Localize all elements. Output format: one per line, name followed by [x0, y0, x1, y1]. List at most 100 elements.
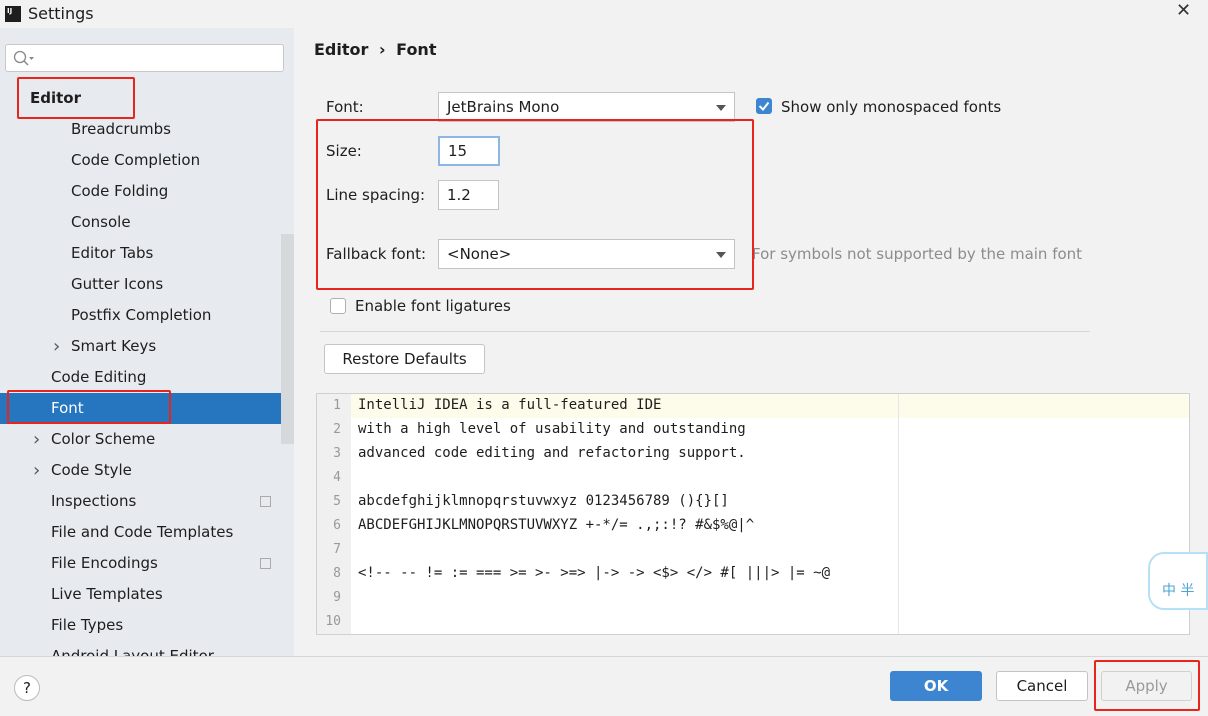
ligatures-label: Enable font ligatures [355, 297, 511, 315]
close-icon[interactable]: ✕ [1176, 0, 1191, 21]
breadcrumb: Editor › Font [314, 40, 436, 59]
search-input[interactable] [5, 44, 284, 72]
line-number: 2 [333, 422, 341, 437]
cancel-button[interactable]: Cancel [996, 671, 1088, 701]
fallback-font-select[interactable]: <None> [438, 239, 735, 269]
sidebar-item-label: Code Completion [71, 151, 201, 169]
sidebar-item-breadcrumbs[interactable]: Breadcrumbs [0, 114, 281, 145]
sidebar-item-label: Breadcrumbs [71, 120, 171, 138]
search-icon [13, 50, 34, 66]
sidebar-item-inspections[interactable]: Inspections [0, 486, 281, 517]
sidebar-item-label: Editor [30, 89, 81, 107]
fallback-font-value: <None> [447, 245, 512, 263]
line-number: 7 [333, 542, 341, 557]
sidebar-item-smart-keys[interactable]: › Smart Keys [0, 331, 281, 362]
ok-button[interactable]: OK [890, 671, 982, 701]
sidebar-item-label: File Encodings [51, 554, 158, 572]
line-number: 3 [333, 446, 341, 461]
ime-widget[interactable]: 中 半 [1148, 552, 1208, 610]
sidebar-item-label: Code Folding [71, 182, 169, 200]
sidebar-item-label: Android Layout Editor [51, 647, 214, 656]
preview-line: advanced code editing and refactoring su… [358, 445, 746, 461]
fallback-hint: For symbols not supported by the main fo… [752, 245, 1083, 263]
preview-line: IntelliJ IDEA is a full-featured IDE [358, 397, 662, 413]
sidebar-item-console[interactable]: Console [0, 207, 281, 238]
font-value: JetBrains Mono [447, 98, 560, 116]
sidebar-item-label: Smart Keys [71, 337, 157, 355]
preview-line: ABCDEFGHIJKLMNOPQRSTUVWXYZ +-*/= .,;:!? … [358, 517, 755, 533]
window-title: Settings [28, 4, 94, 23]
sidebar-item-editor[interactable]: Editor [0, 83, 281, 114]
line-number: 4 [333, 470, 341, 485]
sidebar-item-code-folding[interactable]: Code Folding [0, 176, 281, 207]
sidebar-item-editor-tabs[interactable]: Editor Tabs [0, 238, 281, 269]
help-button[interactable]: ? [14, 675, 40, 701]
restore-defaults-button[interactable]: Restore Defaults [324, 344, 485, 374]
chevron-right-icon[interactable]: › [53, 331, 60, 362]
chevron-down-icon [716, 105, 726, 111]
ime-widget-text: 中 半 [1162, 583, 1195, 599]
line-spacing-label: Line spacing: [326, 186, 426, 204]
sidebar-item-live-templates[interactable]: Live Templates [0, 579, 281, 610]
sidebar-item-font[interactable]: Font [0, 393, 294, 424]
sidebar-item-label: Editor Tabs [71, 244, 154, 262]
sidebar-item-file-and-code-templates[interactable]: File and Code Templates [0, 517, 281, 548]
right-margin-guide [898, 394, 899, 634]
title-bar: IJ Settings ✕ [0, 0, 1208, 28]
size-label: Size: [326, 142, 362, 160]
sidebar-item-label: Postfix Completion [71, 306, 212, 324]
font-preview-editor[interactable]: 1 2 3 4 5 6 7 8 9 10 IntelliJ IDEA is a full-feat… [316, 393, 1190, 635]
size-input[interactable]: 15 [438, 136, 500, 166]
monospaced-checkbox[interactable] [756, 98, 772, 114]
sidebar-item-label: File Types [51, 616, 124, 634]
app-logo-icon: IJ [5, 6, 21, 22]
sidebar-item-label: Font [51, 399, 84, 417]
sidebar-item-file-encodings[interactable]: File Encodings [0, 548, 281, 579]
sidebar-item-postfix-completion[interactable]: Postfix Completion [0, 300, 281, 331]
line-number: 6 [333, 518, 341, 533]
line-number: 8 [333, 566, 341, 581]
line-number: 1 [333, 398, 341, 413]
line-number: 5 [333, 494, 341, 509]
sidebar-item-label: Gutter Icons [71, 275, 164, 293]
project-scope-icon [260, 496, 271, 507]
sidebar-item-label: Live Templates [51, 585, 163, 603]
ligatures-checkbox[interactable] [330, 298, 346, 314]
chevron-down-icon [716, 252, 726, 258]
project-scope-icon [260, 558, 271, 569]
line-number-gutter: 1 2 3 4 5 6 7 8 9 10 [317, 394, 351, 634]
divider [320, 331, 1090, 332]
chevron-right-icon[interactable]: › [33, 424, 40, 455]
settings-sidebar: Editor Breadcrumbs Code Completion Code Fol… [0, 28, 294, 656]
preview-line: with a high level of usability and outst… [358, 421, 746, 437]
sidebar-item-code-style[interactable]: › Code Style [0, 455, 281, 486]
preview-line: abcdefghijklmnopqrstuvwxyz 0123456789 ()… [358, 493, 729, 509]
sidebar-item-code-completion[interactable]: Code Completion [0, 145, 281, 176]
sidebar-item-gutter-icons[interactable]: Gutter Icons [0, 269, 281, 300]
preview-line: <!-- -- != := === >= >- >=> |-> -> <$> <… [358, 565, 831, 581]
sidebar-item-code-editing[interactable]: Code Editing [0, 362, 281, 393]
apply-button[interactable]: Apply [1101, 671, 1192, 701]
sidebar-item-file-types[interactable]: File Types [0, 610, 281, 641]
chevron-right-icon[interactable]: › [33, 455, 40, 486]
fallback-font-label: Fallback font: [326, 245, 427, 263]
font-label: Font: [326, 98, 364, 116]
line-number: 9 [333, 590, 341, 605]
line-number: 10 [325, 614, 341, 629]
sidebar-item-label: Code Style [51, 461, 132, 479]
sidebar-item-android-layout-editor[interactable]: Android Layout Editor [0, 641, 281, 656]
breadcrumb-current: Font [396, 40, 437, 59]
dialog-footer: ? OK Cancel Apply [0, 656, 1208, 716]
checkmark-icon [758, 101, 770, 112]
breadcrumb-separator: › [378, 40, 386, 59]
monospaced-label: Show only monospaced fonts [781, 98, 1002, 116]
breadcrumb-parent[interactable]: Editor [314, 40, 368, 59]
sidebar-item-color-scheme[interactable]: › Color Scheme [0, 424, 281, 455]
sidebar-item-label: Console [71, 213, 131, 231]
line-spacing-input[interactable]: 1.2 [438, 180, 499, 210]
sidebar-item-label: Color Scheme [51, 430, 156, 448]
sidebar-item-label: Inspections [51, 492, 137, 510]
font-select[interactable]: JetBrains Mono [438, 92, 735, 122]
sidebar-item-label: Code Editing [51, 368, 147, 386]
sidebar-scrollbar[interactable] [281, 234, 294, 444]
